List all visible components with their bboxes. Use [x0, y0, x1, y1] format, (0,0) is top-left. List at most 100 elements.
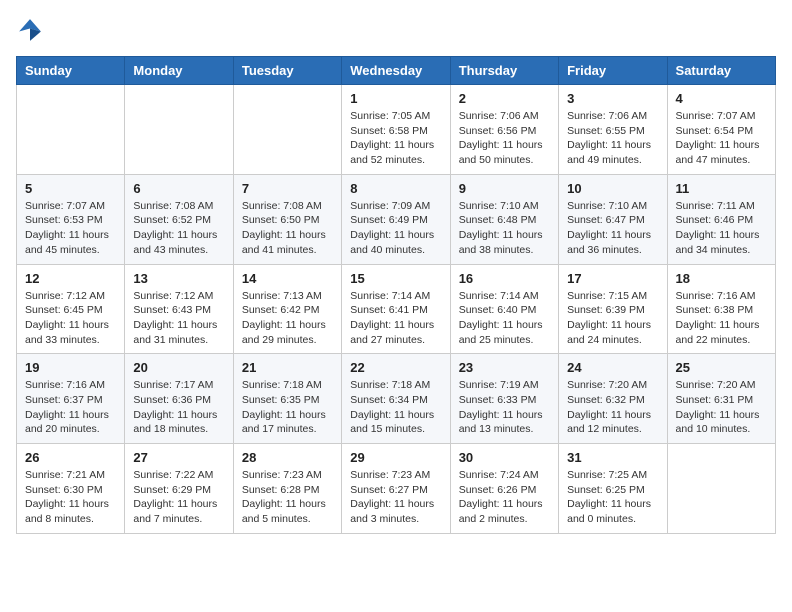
- day-number: 9: [459, 181, 550, 196]
- day-of-week-header: Sunday: [17, 57, 125, 85]
- day-number: 23: [459, 360, 550, 375]
- day-info: Sunrise: 7:14 AMSunset: 6:41 PMDaylight:…: [350, 289, 441, 348]
- day-of-week-header: Thursday: [450, 57, 558, 85]
- calendar-cell: 5 Sunrise: 7:07 AMSunset: 6:53 PMDaylight…: [17, 174, 125, 264]
- day-number: 18: [676, 271, 767, 286]
- day-of-week-header: Wednesday: [342, 57, 450, 85]
- day-info: Sunrise: 7:09 AMSunset: 6:49 PMDaylight:…: [350, 199, 441, 258]
- calendar-cell: 8 Sunrise: 7:09 AMSunset: 6:49 PMDaylight…: [342, 174, 450, 264]
- day-info: Sunrise: 7:23 AMSunset: 6:27 PMDaylight:…: [350, 468, 441, 527]
- day-number: 17: [567, 271, 658, 286]
- day-of-week-header: Monday: [125, 57, 233, 85]
- day-number: 19: [25, 360, 116, 375]
- day-info: Sunrise: 7:07 AMSunset: 6:54 PMDaylight:…: [676, 109, 767, 168]
- calendar-cell: [233, 85, 341, 175]
- calendar-cell: 7 Sunrise: 7:08 AMSunset: 6:50 PMDaylight…: [233, 174, 341, 264]
- calendar-cell: 11 Sunrise: 7:11 AMSunset: 6:46 PMDayligh…: [667, 174, 775, 264]
- calendar-week-row: 19 Sunrise: 7:16 AMSunset: 6:37 PMDayligh…: [17, 354, 776, 444]
- calendar-cell: 30 Sunrise: 7:24 AMSunset: 6:26 PMDayligh…: [450, 444, 558, 534]
- day-info: Sunrise: 7:10 AMSunset: 6:47 PMDaylight:…: [567, 199, 658, 258]
- day-number: 15: [350, 271, 441, 286]
- calendar-cell: 9 Sunrise: 7:10 AMSunset: 6:48 PMDaylight…: [450, 174, 558, 264]
- calendar-week-row: 26Sunrise: 7:21 AMSunset: 6:30 PMDayligh…: [17, 444, 776, 534]
- calendar-cell: 15 Sunrise: 7:14 AMSunset: 6:41 PMDayligh…: [342, 264, 450, 354]
- day-number: 1: [350, 91, 441, 106]
- day-number: 4: [676, 91, 767, 106]
- day-info: Sunrise: 7:08 AMSunset: 6:52 PMDaylight:…: [133, 199, 224, 258]
- day-number: 16: [459, 271, 550, 286]
- day-info: Sunrise: 7:14 AMSunset: 6:40 PMDaylight:…: [459, 289, 550, 348]
- calendar-cell: 10 Sunrise: 7:10 AMSunset: 6:47 PMDayligh…: [559, 174, 667, 264]
- calendar-week-row: 5 Sunrise: 7:07 AMSunset: 6:53 PMDaylight…: [17, 174, 776, 264]
- day-number: 5: [25, 181, 116, 196]
- calendar-cell: 1Sunrise: 7:05 AMSunset: 6:58 PMDaylight…: [342, 85, 450, 175]
- calendar-cell: 6 Sunrise: 7:08 AMSunset: 6:52 PMDaylight…: [125, 174, 233, 264]
- day-info: Sunrise: 7:19 AMSunset: 6:33 PMDaylight:…: [459, 378, 550, 437]
- day-info: Sunrise: 7:23 AMSunset: 6:28 PMDaylight:…: [242, 468, 333, 527]
- calendar-cell: 13 Sunrise: 7:12 AMSunset: 6:43 PMDayligh…: [125, 264, 233, 354]
- calendar-cell: 19 Sunrise: 7:16 AMSunset: 6:37 PMDayligh…: [17, 354, 125, 444]
- calendar-header-row: SundayMondayTuesdayWednesdayThursdayFrid…: [17, 57, 776, 85]
- day-info: Sunrise: 7:20 AMSunset: 6:31 PMDaylight:…: [676, 378, 767, 437]
- day-number: 10: [567, 181, 658, 196]
- calendar-cell: 18Sunrise: 7:16 AMSunset: 6:38 PMDayligh…: [667, 264, 775, 354]
- calendar-cell: 23 Sunrise: 7:19 AMSunset: 6:33 PMDayligh…: [450, 354, 558, 444]
- day-info: Sunrise: 7:22 AMSunset: 6:29 PMDaylight:…: [133, 468, 224, 527]
- day-info: Sunrise: 7:08 AMSunset: 6:50 PMDaylight:…: [242, 199, 333, 258]
- day-info: Sunrise: 7:06 AMSunset: 6:55 PMDaylight:…: [567, 109, 658, 168]
- day-of-week-header: Saturday: [667, 57, 775, 85]
- day-info: Sunrise: 7:12 AMSunset: 6:43 PMDaylight:…: [133, 289, 224, 348]
- calendar-week-row: 12 Sunrise: 7:12 AMSunset: 6:45 PMDayligh…: [17, 264, 776, 354]
- day-number: 20: [133, 360, 224, 375]
- day-info: Sunrise: 7:16 AMSunset: 6:37 PMDaylight:…: [25, 378, 116, 437]
- calendar-cell: 12 Sunrise: 7:12 AMSunset: 6:45 PMDayligh…: [17, 264, 125, 354]
- day-number: 31: [567, 450, 658, 465]
- day-number: 13: [133, 271, 224, 286]
- day-info: Sunrise: 7:25 AMSunset: 6:25 PMDaylight:…: [567, 468, 658, 527]
- calendar-cell: 29 Sunrise: 7:23 AMSunset: 6:27 PMDayligh…: [342, 444, 450, 534]
- day-info: Sunrise: 7:12 AMSunset: 6:45 PMDaylight:…: [25, 289, 116, 348]
- day-number: 21: [242, 360, 333, 375]
- day-info: Sunrise: 7:17 AMSunset: 6:36 PMDaylight:…: [133, 378, 224, 437]
- day-number: 25: [676, 360, 767, 375]
- day-number: 24: [567, 360, 658, 375]
- calendar-cell: 27Sunrise: 7:22 AMSunset: 6:29 PMDayligh…: [125, 444, 233, 534]
- calendar-cell: [125, 85, 233, 175]
- calendar-cell: [667, 444, 775, 534]
- day-number: 26: [25, 450, 116, 465]
- calendar: SundayMondayTuesdayWednesdayThursdayFrid…: [16, 56, 776, 534]
- day-number: 14: [242, 271, 333, 286]
- calendar-cell: 17Sunrise: 7:15 AMSunset: 6:39 PMDayligh…: [559, 264, 667, 354]
- logo-icon: [16, 16, 44, 44]
- calendar-cell: [17, 85, 125, 175]
- day-number: 11: [676, 181, 767, 196]
- calendar-cell: 25 Sunrise: 7:20 AMSunset: 6:31 PMDayligh…: [667, 354, 775, 444]
- day-info: Sunrise: 7:24 AMSunset: 6:26 PMDaylight:…: [459, 468, 550, 527]
- day-info: Sunrise: 7:06 AMSunset: 6:56 PMDaylight:…: [459, 109, 550, 168]
- calendar-cell: 16 Sunrise: 7:14 AMSunset: 6:40 PMDayligh…: [450, 264, 558, 354]
- calendar-cell: 28 Sunrise: 7:23 AMSunset: 6:28 PMDayligh…: [233, 444, 341, 534]
- day-number: 8: [350, 181, 441, 196]
- logo: [16, 16, 48, 44]
- day-number: 22: [350, 360, 441, 375]
- day-number: 12: [25, 271, 116, 286]
- calendar-cell: 21 Sunrise: 7:18 AMSunset: 6:35 PMDayligh…: [233, 354, 341, 444]
- day-number: 3: [567, 91, 658, 106]
- day-info: Sunrise: 7:07 AMSunset: 6:53 PMDaylight:…: [25, 199, 116, 258]
- day-info: Sunrise: 7:18 AMSunset: 6:35 PMDaylight:…: [242, 378, 333, 437]
- calendar-week-row: 1Sunrise: 7:05 AMSunset: 6:58 PMDaylight…: [17, 85, 776, 175]
- calendar-cell: 31 Sunrise: 7:25 AMSunset: 6:25 PMDayligh…: [559, 444, 667, 534]
- day-number: 28: [242, 450, 333, 465]
- calendar-cell: 24 Sunrise: 7:20 AMSunset: 6:32 PMDayligh…: [559, 354, 667, 444]
- day-number: 29: [350, 450, 441, 465]
- day-info: Sunrise: 7:10 AMSunset: 6:48 PMDaylight:…: [459, 199, 550, 258]
- calendar-cell: 20 Sunrise: 7:17 AMSunset: 6:36 PMDayligh…: [125, 354, 233, 444]
- day-number: 30: [459, 450, 550, 465]
- day-number: 7: [242, 181, 333, 196]
- day-of-week-header: Friday: [559, 57, 667, 85]
- day-number: 6: [133, 181, 224, 196]
- day-info: Sunrise: 7:20 AMSunset: 6:32 PMDaylight:…: [567, 378, 658, 437]
- day-info: Sunrise: 7:11 AMSunset: 6:46 PMDaylight:…: [676, 199, 767, 258]
- page-header: [16, 16, 776, 44]
- calendar-cell: 22Sunrise: 7:18 AMSunset: 6:34 PMDayligh…: [342, 354, 450, 444]
